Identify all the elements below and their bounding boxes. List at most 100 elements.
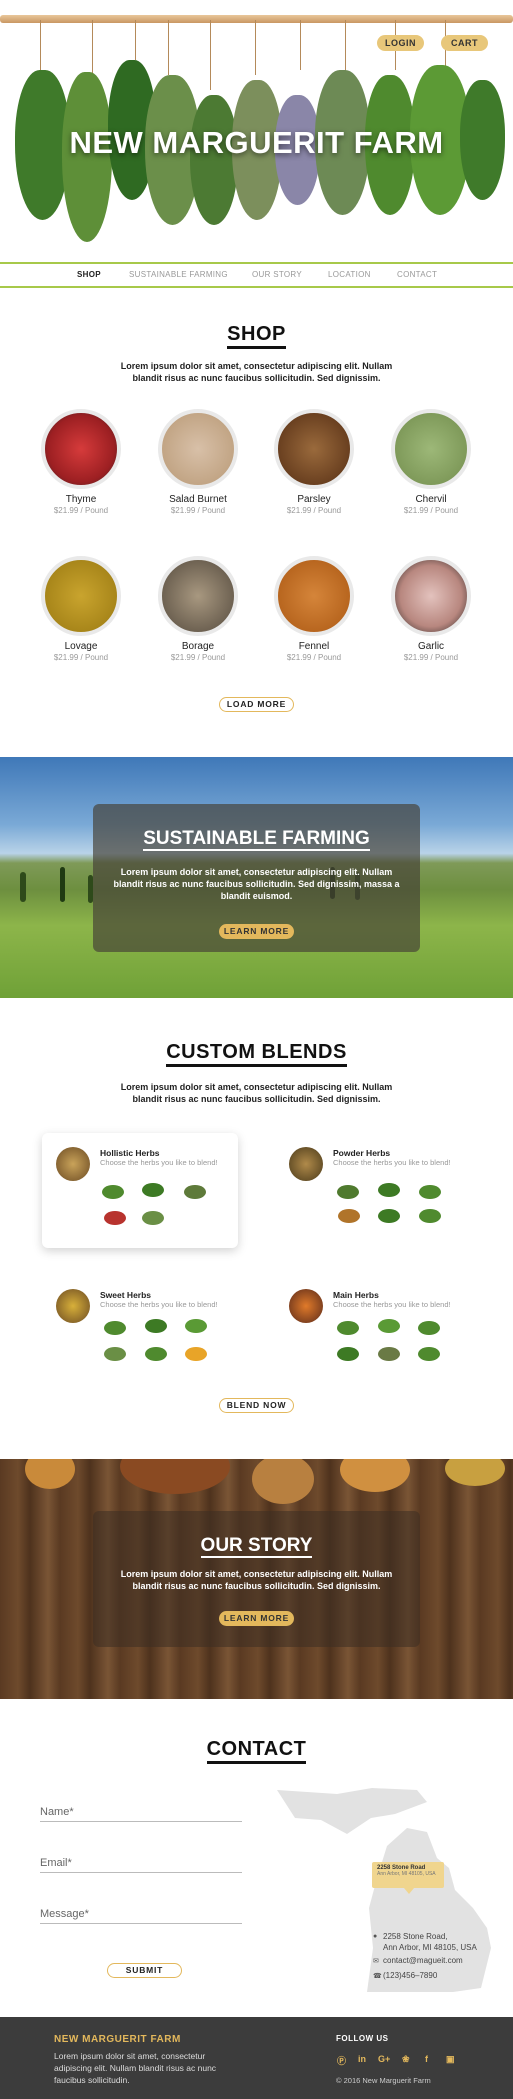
blend-icon xyxy=(289,1147,323,1181)
product-card[interactable]: Parsley $21.99 / Pound xyxy=(264,409,364,515)
product-image[interactable] xyxy=(41,409,121,489)
instagram-icon[interactable]: ▣ xyxy=(446,2054,455,2065)
blend-name: Powder Herbs xyxy=(333,1148,391,1158)
product-card[interactable]: Lovage $21.99 / Pound xyxy=(31,556,131,662)
farming-description: Lorem ipsum dolor sit amet, consectetur … xyxy=(113,867,400,901)
cart-button[interactable]: CART xyxy=(441,35,488,51)
product-image[interactable] xyxy=(391,409,471,489)
herb-option[interactable] xyxy=(104,1321,126,1335)
herb-option[interactable] xyxy=(142,1211,164,1225)
spice-bowl xyxy=(120,1459,230,1494)
email-field[interactable]: Email* xyxy=(40,1857,242,1873)
herb-option[interactable] xyxy=(338,1209,360,1223)
farming-title: SUSTAINABLE FARMING xyxy=(143,828,370,851)
blends-description: Lorem ipsum dolor sit amet, consectetur … xyxy=(120,1082,393,1104)
blend-card-hollistic[interactable]: Hollistic Herbs Choose the herbs you lik… xyxy=(42,1133,238,1248)
product-name[interactable]: Salad Burnet xyxy=(148,494,248,505)
product-image[interactable] xyxy=(158,556,238,636)
product-card[interactable]: Borage $21.99 / Pound xyxy=(148,556,248,662)
linkedin-icon[interactable]: in xyxy=(358,2054,366,2064)
story-heading: OUR STORY xyxy=(93,1535,420,1558)
nav-item-contact[interactable]: CONTACT xyxy=(397,270,437,279)
blend-card-main[interactable]: Main Herbs Choose the herbs you like to … xyxy=(275,1275,471,1390)
shop-description: Lorem ipsum dolor sit amet, consectetur … xyxy=(120,361,393,383)
blend-icon xyxy=(56,1147,90,1181)
herb-option[interactable] xyxy=(419,1185,441,1199)
herb-option[interactable] xyxy=(142,1183,164,1197)
herb-option[interactable] xyxy=(145,1347,167,1361)
herb-option[interactable] xyxy=(418,1321,440,1335)
blend-subtitle: Choose the herbs you like to blend! xyxy=(333,1300,451,1309)
pinterest-icon[interactable]: Ⓟ xyxy=(337,2054,346,2067)
herb-option[interactable] xyxy=(337,1185,359,1199)
product-image[interactable] xyxy=(158,409,238,489)
herb-option[interactable] xyxy=(378,1183,400,1197)
product-name[interactable]: Thyme xyxy=(31,494,131,505)
nav-item-our-story[interactable]: OUR STORY xyxy=(252,270,302,279)
product-card[interactable]: Fennel $21.99 / Pound xyxy=(264,556,364,662)
map-pin xyxy=(404,1888,414,1894)
product-card[interactable]: Chervil $21.99 / Pound xyxy=(381,409,481,515)
herb-option[interactable] xyxy=(378,1347,400,1361)
product-name[interactable]: Lovage xyxy=(31,641,131,652)
mail-icon: ✉ xyxy=(373,1958,379,1965)
footer-brand: NEW MARGUERIT FARM xyxy=(54,2034,181,2045)
herb-option[interactable] xyxy=(185,1347,207,1361)
herb-option[interactable] xyxy=(104,1347,126,1361)
twitter-icon[interactable]: ❀ xyxy=(402,2054,410,2065)
nav-item-shop[interactable]: SHOP xyxy=(77,270,101,279)
blend-now-button[interactable]: BLEND NOW xyxy=(219,1398,294,1413)
story-learn-more-button[interactable]: LEARN MORE xyxy=(219,1611,294,1626)
page: NEW MARGUERIT FARM LOGIN CART SHOP SUSTA… xyxy=(0,0,513,2099)
herb-option[interactable] xyxy=(337,1347,359,1361)
spice-bowl xyxy=(445,1459,505,1486)
contact-email[interactable]: contact@magueit.com xyxy=(383,1956,463,1965)
herb-option[interactable] xyxy=(102,1185,124,1199)
facebook-icon[interactable]: f xyxy=(425,2054,428,2064)
nav-item-sustainable-farming[interactable]: SUSTAINABLE FARMING xyxy=(129,270,228,279)
farming-heading: SUSTAINABLE FARMING xyxy=(93,828,420,851)
product-card[interactable]: Thyme $21.99 / Pound xyxy=(31,409,131,515)
nav-item-location[interactable]: LOCATION xyxy=(328,270,371,279)
product-image[interactable] xyxy=(41,556,121,636)
herb-option[interactable] xyxy=(418,1347,440,1361)
google-plus-icon[interactable]: G+ xyxy=(378,2054,390,2064)
farming-learn-more-button[interactable]: LEARN MORE xyxy=(219,924,294,939)
product-image[interactable] xyxy=(391,556,471,636)
blend-card-sweet[interactable]: Sweet Herbs Choose the herbs you like to… xyxy=(42,1275,238,1390)
blend-name: Hollistic Herbs xyxy=(100,1148,160,1158)
herb-option[interactable] xyxy=(184,1185,206,1199)
hanging-rod xyxy=(0,15,513,23)
product-name[interactable]: Fennel xyxy=(264,641,364,652)
submit-button[interactable]: SUBMIT xyxy=(107,1963,182,1978)
contact-phone[interactable]: (123)456–7890 xyxy=(383,1971,437,1980)
login-button[interactable]: LOGIN xyxy=(377,35,424,51)
story-title: OUR STORY xyxy=(200,1535,313,1558)
product-name[interactable]: Parsley xyxy=(264,494,364,505)
footer-text: Lorem ipsum dolor sit amet, consectetur … xyxy=(54,2051,217,2085)
product-image[interactable] xyxy=(274,556,354,636)
product-card[interactable]: Garlic $21.99 / Pound xyxy=(381,556,481,662)
herb-option[interactable] xyxy=(378,1319,400,1333)
lower-peninsula xyxy=(367,1828,491,1992)
string xyxy=(168,20,169,75)
product-image[interactable] xyxy=(274,409,354,489)
blends-heading: CUSTOM BLENDS xyxy=(0,1041,513,1067)
herb-option[interactable] xyxy=(378,1209,400,1223)
product-name[interactable]: Borage xyxy=(148,641,248,652)
product-card[interactable]: Salad Burnet $21.99 / Pound xyxy=(148,409,248,515)
herb-option[interactable] xyxy=(337,1321,359,1335)
string xyxy=(255,20,256,75)
address-line-2: Ann Arbor, MI 48105, USA xyxy=(383,1943,477,1952)
herb-option[interactable] xyxy=(104,1211,126,1225)
product-name[interactable]: Garlic xyxy=(381,641,481,652)
name-field[interactable]: Name* xyxy=(40,1806,242,1822)
product-name[interactable]: Chervil xyxy=(381,494,481,505)
herb-option[interactable] xyxy=(419,1209,441,1223)
blend-card-powder[interactable]: Powder Herbs Choose the herbs you like t… xyxy=(275,1133,471,1248)
story-section: OUR STORY Lorem ipsum dolor sit amet, co… xyxy=(0,1459,513,1699)
load-more-button[interactable]: LOAD MORE xyxy=(219,697,294,712)
herb-option[interactable] xyxy=(185,1319,207,1333)
herb-option[interactable] xyxy=(145,1319,167,1333)
message-field[interactable]: Message* xyxy=(40,1908,242,1924)
